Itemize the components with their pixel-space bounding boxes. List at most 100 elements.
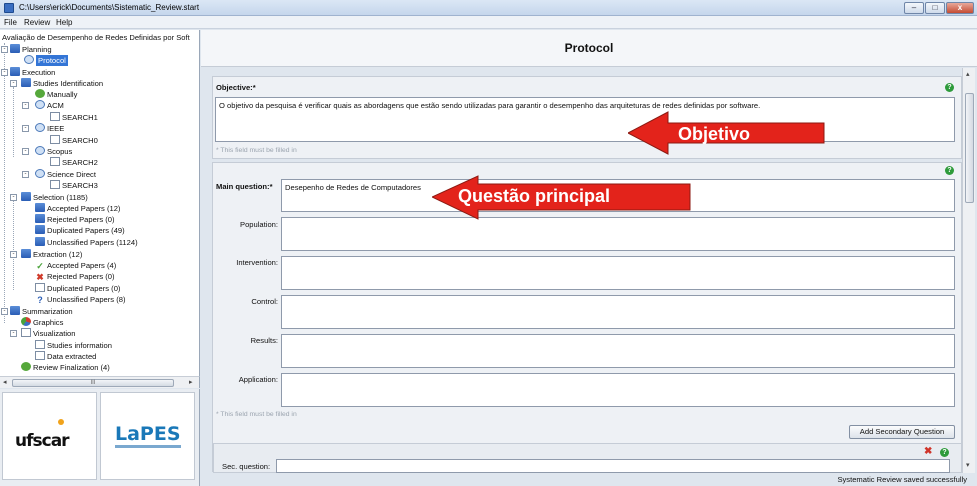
menu-bar: File Review Help (0, 16, 977, 29)
tree-item-graphics[interactable]: Graphics (21, 317, 63, 328)
search-doc-icon (50, 112, 60, 121)
tree-item-unclassified-papers[interactable]: Unclassified Papers (1124) (35, 237, 138, 248)
tree-item-data-extracted[interactable]: Data extracted (35, 351, 96, 362)
tree-item-extraction-unclassified[interactable]: ? Unclassified Papers (8) (35, 294, 125, 305)
close-button[interactable]: x (946, 2, 974, 14)
objective-label: Objective:* (216, 83, 256, 92)
tree-item-search3[interactable]: SEARCH3 (50, 180, 98, 191)
questao-annotation-text: Questão principal (458, 186, 611, 206)
tree-item-visualization[interactable]: Visualization (21, 328, 76, 339)
maximize-button[interactable]: □ (925, 2, 945, 14)
menu-file[interactable]: File (4, 18, 17, 27)
expand-toggle[interactable]: - (22, 125, 29, 132)
page-header: Protocol (201, 30, 977, 67)
application-label: Application: (238, 375, 278, 384)
tree-item-extraction-accepted[interactable]: ✓ Accepted Papers (4) (35, 260, 116, 271)
expand-toggle[interactable]: - (22, 171, 29, 178)
control-input[interactable] (281, 295, 955, 329)
tree-item-duplicated-papers[interactable]: Duplicated Papers (49) (35, 225, 125, 236)
required-hint: * This field must be filled in (216, 411, 297, 418)
tree-horizontal-scrollbar[interactable]: ◂ III ▸ (0, 376, 200, 388)
expand-toggle[interactable]: - (10, 80, 17, 87)
folder-icon (21, 192, 31, 201)
lapes-logo: LaPES (100, 392, 195, 480)
add-secondary-question-button[interactable]: Add Secondary Question (849, 425, 955, 439)
tree-item-planning[interactable]: Planning (10, 44, 52, 55)
status-bar: Systematic Review saved successfully (201, 474, 977, 486)
tree-item-search0[interactable]: SEARCH0 (50, 135, 98, 146)
tree-item-review-finalization[interactable]: Review Finalization (4) (21, 362, 110, 373)
app-icon (4, 3, 14, 13)
tree-item-summarization[interactable]: Summarization (10, 306, 73, 317)
manual-icon (35, 89, 45, 98)
tree-item-ieee[interactable]: IEEE (35, 123, 64, 134)
expand-toggle[interactable]: - (1, 308, 8, 315)
help-icon[interactable]: ? (940, 448, 949, 457)
tree-item-rejected-papers[interactable]: Rejected Papers (0) (35, 214, 115, 225)
sec-question-input[interactable] (276, 459, 950, 473)
tree-item-extraction-rejected[interactable]: ✖ Rejected Papers (0) (35, 271, 114, 282)
tree-item-accepted-papers[interactable]: Accepted Papers (12) (35, 203, 120, 214)
minimize-button[interactable]: – (904, 2, 924, 14)
unclassified-icon (35, 237, 45, 246)
expand-toggle[interactable]: - (22, 102, 29, 109)
tree-item-execution[interactable]: Execution (10, 67, 55, 78)
scroll-up-icon[interactable]: ▴ (966, 70, 970, 78)
search-source-icon (35, 123, 45, 132)
tree-root[interactable]: Avaliação de Desempenho de Redes Definid… (2, 32, 190, 43)
folder-icon (10, 306, 20, 315)
folder-icon (10, 67, 20, 76)
expand-toggle[interactable]: - (1, 46, 8, 53)
tree-item-acm[interactable]: ACM (35, 100, 64, 111)
search-doc-icon (50, 180, 60, 189)
tree-item-scopus[interactable]: Scopus (35, 146, 72, 157)
menu-help[interactable]: Help (56, 18, 72, 27)
scroll-down-icon[interactable]: ▾ (966, 461, 970, 469)
expand-toggle[interactable]: - (22, 148, 29, 155)
scroll-thumb[interactable] (965, 93, 974, 203)
review-tree: Avaliação de Desempenho de Redes Definid… (0, 30, 200, 376)
visualization-icon (21, 328, 31, 337)
chart-icon (21, 317, 31, 326)
secondary-question-row: ✖ ? Sec. question: (213, 443, 962, 473)
expand-toggle[interactable]: - (10, 251, 17, 258)
tree-item-extraction[interactable]: Extraction (12) (21, 249, 82, 260)
application-input[interactable] (281, 373, 955, 407)
folder-icon (21, 78, 31, 87)
search-doc-icon (50, 135, 60, 144)
tree-item-search1[interactable]: SEARCH1 (50, 112, 98, 123)
tree-item-protocol[interactable]: Protocol (24, 55, 68, 66)
ufscar-logo: ufscar (2, 392, 97, 480)
intervention-input[interactable] (281, 256, 955, 290)
main-vertical-scrollbar[interactable]: ▴ ▾ (962, 68, 975, 473)
tree-item-manually[interactable]: Manually (35, 89, 77, 100)
protocol-icon (24, 55, 34, 64)
duplicate-icon (35, 283, 45, 292)
objective-textarea[interactable]: O objetivo da pesquisa é verificar quais… (215, 97, 955, 142)
search-doc-icon (50, 157, 60, 166)
folder-icon (10, 44, 20, 53)
scroll-right-icon[interactable]: ▸ (189, 378, 193, 386)
results-input[interactable] (281, 334, 955, 368)
tree-item-selection[interactable]: Selection (1185) (21, 192, 88, 203)
menu-review[interactable]: Review (24, 18, 50, 27)
delete-icon[interactable]: ✖ (924, 447, 932, 457)
results-label: Results: (250, 336, 278, 345)
scroll-thumb[interactable]: III (12, 379, 174, 387)
tree-item-science-direct[interactable]: Science Direct (35, 169, 96, 180)
scroll-left-icon[interactable]: ◂ (3, 378, 7, 386)
status-message: Systematic Review saved successfully (837, 475, 967, 484)
tree-item-studies-information[interactable]: Studies information (35, 340, 112, 351)
expand-toggle[interactable]: - (1, 69, 8, 76)
cross-icon: ✖ (36, 272, 44, 282)
search-source-icon (35, 100, 45, 109)
expand-toggle[interactable]: - (10, 330, 17, 337)
help-icon[interactable]: ? (945, 166, 954, 175)
expand-toggle[interactable]: - (10, 194, 17, 201)
tree-item-extraction-duplicated[interactable]: Duplicated Papers (0) (35, 283, 120, 294)
required-hint: * This field must be filled in (216, 147, 297, 154)
tree-item-search2[interactable]: SEARCH2 (50, 157, 98, 168)
help-icon[interactable]: ? (945, 83, 954, 92)
check-icon: ✓ (36, 261, 44, 271)
tree-item-studies-identification[interactable]: Studies Identification (21, 78, 103, 89)
